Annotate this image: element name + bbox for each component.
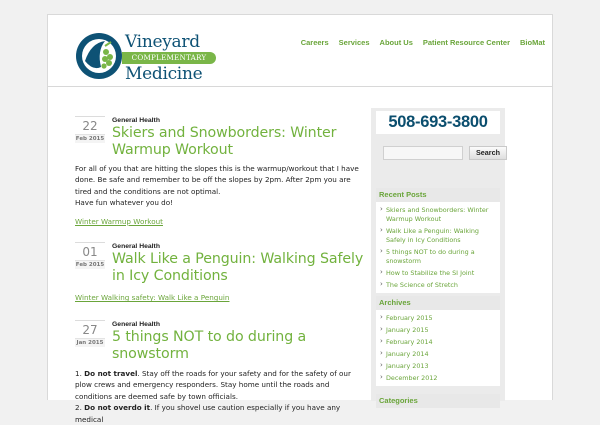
widget-title: Categories [376, 394, 500, 408]
post: 01 Feb 2015 General Health Walk Like a P… [75, 242, 365, 314]
nav-patient-resource-center[interactable]: Patient Resource Center [423, 38, 510, 47]
archive-item[interactable]: February 2014 [380, 336, 498, 348]
logo-mark-icon [76, 33, 122, 79]
nav-services[interactable]: Services [339, 38, 370, 47]
archive-item[interactable]: December 2012 [380, 372, 498, 384]
post-category[interactable]: General Health [112, 116, 365, 125]
post-header: General Health Walk Like a Penguin: Walk… [112, 242, 365, 285]
post-excerpt-text-2: Have fun whatever you do! [75, 198, 174, 208]
post-category[interactable]: General Health [112, 242, 365, 251]
post-header: General Health Skiers and Snowborders: W… [112, 116, 365, 159]
widget-title: Recent Posts [376, 188, 500, 202]
nav-careers[interactable]: Careers [301, 38, 329, 47]
main-content: 22 Feb 2015 General Health Skiers and Sn… [75, 116, 365, 425]
archive-item[interactable]: January 2014 [380, 348, 498, 360]
recent-post-item[interactable]: 5 things NOT to do during a snowstorm [380, 246, 498, 267]
post-header: General Health 5 things NOT to do during… [112, 320, 365, 363]
site-logo[interactable]: Vineyard COMPLEMENTARY Medicine [75, 31, 220, 83]
nav-about-us[interactable]: About Us [380, 38, 413, 47]
post: 27 Jan 2015 General Health 5 things NOT … [75, 320, 365, 425]
logo-text-vineyard: Vineyard [125, 32, 200, 52]
nav-biomat[interactable]: BioMat [520, 38, 545, 47]
post-attachment-link[interactable]: Winter Warmup Workout [75, 217, 163, 226]
post-date-day: 27 [82, 323, 98, 337]
post-date-month: Feb 2015 [75, 134, 105, 143]
post-date: 22 Feb 2015 [75, 116, 105, 143]
logo-band: COMPLEMENTARY [122, 52, 216, 64]
recent-post-item[interactable]: How to Stabilize the SI Joint [380, 267, 498, 279]
post-title[interactable]: 5 things NOT to do during a snowstorm [112, 329, 365, 363]
post-date-day: 01 [82, 245, 98, 259]
archives-list: February 2015 January 2015 February 2014… [376, 310, 500, 386]
search-input[interactable] [383, 146, 463, 160]
post-date-month: Jan 2015 [75, 338, 105, 347]
main-nav: Careers Services About Us Patient Resour… [291, 38, 545, 47]
logo-text-medicine: Medicine [125, 64, 203, 84]
post-date: 01 Feb 2015 [75, 242, 105, 269]
post-excerpt: 1. Do not travel. Stay off the roads for… [75, 369, 351, 424]
recent-post-item[interactable]: The Science of Stretch [380, 279, 498, 291]
archives-widget: Archives February 2015 January 2015 Febr… [376, 296, 500, 386]
recent-post-item[interactable]: Skiers and Snowborders: Winter Warmup Wo… [380, 204, 498, 225]
recent-post-item[interactable]: Walk Like a Penguin: Walking Safely in I… [380, 225, 498, 246]
post-excerpt-text: For all of you that are hitting the slop… [75, 164, 359, 196]
post-list-item-bold: Do not travel [84, 369, 138, 378]
archive-item[interactable]: January 2015 [380, 324, 498, 336]
page-frame: Vineyard COMPLEMENTARY Medicine Careers … [47, 14, 553, 424]
widget-title: Archives [376, 296, 500, 310]
post-date-month: Feb 2015 [75, 260, 105, 269]
categories-widget: Categories [376, 394, 500, 408]
site-header: Vineyard COMPLEMENTARY Medicine Careers … [48, 15, 552, 87]
post-category[interactable]: General Health [112, 320, 365, 329]
post-attachment-link[interactable]: Winter Walking safety: Walk Like a Pengu… [75, 293, 229, 302]
post-list-item-bold: Do not overdo it [84, 403, 151, 413]
search-button[interactable]: Search [469, 146, 507, 160]
phone-number[interactable]: 508-693-3800 [376, 111, 500, 134]
post-date: 27 Jan 2015 [75, 320, 105, 347]
post-title[interactable]: Skiers and Snowborders: Winter Warmup Wo… [112, 125, 365, 159]
archive-item[interactable]: January 2013 [380, 360, 498, 372]
post: 22 Feb 2015 General Health Skiers and Sn… [75, 116, 365, 226]
sidebar: 508-693-3800 Search Recent Posts Skiers … [371, 108, 507, 408]
post-date-day: 22 [82, 119, 98, 133]
recent-posts-widget: Recent Posts Skiers and Snowborders: Win… [376, 188, 500, 293]
post-excerpt: For all of you that are hitting the slop… [75, 163, 365, 209]
recent-posts-list: Skiers and Snowborders: Winter Warmup Wo… [376, 202, 500, 293]
post-title[interactable]: Walk Like a Penguin: Walking Safely in I… [112, 251, 365, 285]
archive-item[interactable]: February 2015 [380, 312, 498, 324]
